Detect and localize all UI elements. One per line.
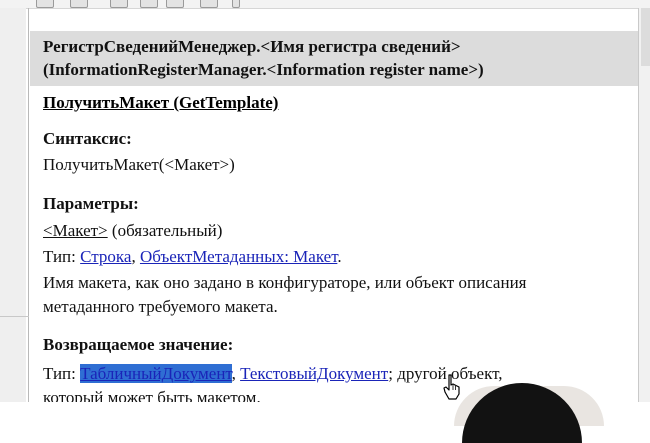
settings-icon[interactable] <box>232 0 240 8</box>
param-qualifier: (обязательный) <box>107 221 223 240</box>
print-icon[interactable] <box>200 0 218 8</box>
page-title: РегистрСведенийМенеджер.<Имя регистра св… <box>43 35 633 81</box>
find-icon[interactable] <box>110 0 128 8</box>
param-type-end: . <box>337 247 342 266</box>
return-type-sep: , <box>231 364 241 383</box>
scrollbar[interactable] <box>638 8 650 402</box>
param-desc-line2: метаданного требуемого макета. <box>43 297 278 316</box>
type-link-text-document[interactable]: ТекстовыйДокумент <box>240 364 388 383</box>
page-title-line2: (InformationRegisterManager.<Information… <box>43 60 484 79</box>
param-type-sep: , <box>131 247 140 266</box>
scrollbar-thumb[interactable] <box>641 8 650 66</box>
left-divider <box>28 8 29 402</box>
page-header: РегистрСведенийМенеджер.<Имя регистра св… <box>30 31 638 86</box>
method-title: ПолучитьМакет (GetTemplate) <box>43 93 279 112</box>
param-type-line: Тип: Строка, ОбъектМетаданных: Макет. <box>43 247 342 267</box>
forward-icon[interactable] <box>70 0 88 8</box>
syntax-text: ПолучитьМакет(<Макет>) <box>43 155 235 174</box>
help-content: РегистрСведенийМенеджер.<Имя регистра св… <box>30 8 638 402</box>
return-line2: который может быть макетом. <box>43 388 261 402</box>
param-line: <Макет> (обязательный) <box>43 221 222 241</box>
param-desc-line1: Имя макета, как оно задано в конфигурато… <box>43 273 527 292</box>
copy-icon[interactable] <box>140 0 158 8</box>
hand-cursor-icon <box>443 374 460 400</box>
type-link-string[interactable]: Строка <box>80 247 131 266</box>
param-name: <Макет> <box>43 221 108 240</box>
left-panel <box>0 8 26 402</box>
return-type-line: Тип: ТабличныйДокумент, ТекстовыйДокумен… <box>43 364 503 384</box>
type-link-metadata-template[interactable]: ОбъектМетаданных: Макет <box>140 247 337 266</box>
page-title-line1: РегистрСведенийМенеджер.<Имя регистра св… <box>43 37 461 56</box>
syntax-heading: Синтаксис: <box>43 129 132 148</box>
parameters-heading: Параметры: <box>43 194 139 213</box>
param-type-prefix: Тип: <box>43 247 81 266</box>
return-type-prefix: Тип: <box>43 364 81 383</box>
left-divider-step <box>0 316 29 317</box>
return-value-heading: Возвращаемое значение: <box>43 335 234 354</box>
paste-icon[interactable] <box>166 0 184 8</box>
back-icon[interactable] <box>36 0 54 8</box>
type-link-spreadsheet-document[interactable]: ТабличныйДокумент <box>80 364 232 383</box>
